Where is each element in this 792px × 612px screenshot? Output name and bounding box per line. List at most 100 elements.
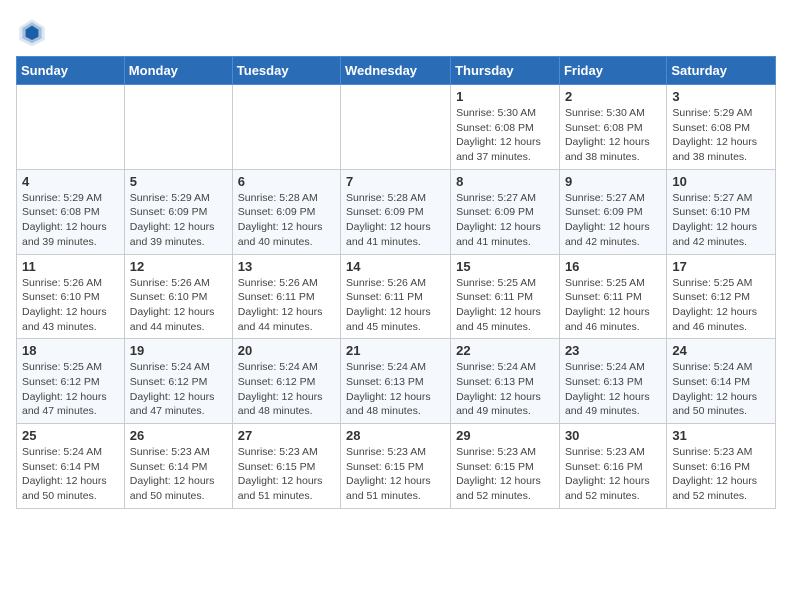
day-info: Sunrise: 5:24 AM Sunset: 6:12 PM Dayligh…: [238, 360, 335, 419]
day-info: Sunrise: 5:23 AM Sunset: 6:15 PM Dayligh…: [456, 445, 554, 504]
calendar-cell: 22 Sunrise: 5:24 AM Sunset: 6:13 PM Dayli…: [451, 339, 560, 424]
calendar-cell: 9 Sunrise: 5:27 AM Sunset: 6:09 PM Daylig…: [559, 169, 666, 254]
weekday-header-monday: Monday: [124, 57, 232, 85]
calendar-cell: 29Sunrise: 5:23 AM Sunset: 6:15 PM Dayli…: [451, 424, 560, 509]
calendar-cell: 17 Sunrise: 5:25 AM Sunset: 6:12 PM Dayli…: [667, 254, 776, 339]
weekday-header-tuesday: Tuesday: [232, 57, 340, 85]
day-info: Sunrise: 5:24 AM Sunset: 6:14 PM Dayligh…: [672, 360, 770, 419]
calendar-cell: 11Sunrise: 5:26 AM Sunset: 6:10 PM Dayli…: [17, 254, 125, 339]
calendar-cell: 18 Sunrise: 5:25 AM Sunset: 6:12 PM Dayli…: [17, 339, 125, 424]
day-number: 3: [672, 89, 770, 104]
weekday-header-saturday: Saturday: [667, 57, 776, 85]
calendar-week-row: 1Sunrise: 5:30 AM Sunset: 6:08 PM Daylig…: [17, 85, 776, 170]
day-number: 27: [238, 428, 335, 443]
calendar-cell: [232, 85, 340, 170]
day-number: 31: [672, 428, 770, 443]
day-number: 14: [346, 259, 445, 274]
day-number: 4: [22, 174, 119, 189]
calendar-header-row: SundayMondayTuesdayWednesdayThursdayFrid…: [17, 57, 776, 85]
calendar-cell: 31 Sunrise: 5:23 AM Sunset: 6:16 PM Dayli…: [667, 424, 776, 509]
day-info: Sunrise: 5:23 AM Sunset: 6:14 PM Dayligh…: [130, 445, 227, 504]
day-info: Sunrise: 5:29 AM Sunset: 6:08 PM Dayligh…: [22, 191, 119, 250]
calendar-cell: 16Sunrise: 5:25 AM Sunset: 6:11 PM Dayli…: [559, 254, 666, 339]
day-number: 8: [456, 174, 554, 189]
calendar-cell: 2Sunrise: 5:30 AM Sunset: 6:08 PM Daylig…: [559, 85, 666, 170]
calendar-week-row: 25Sunrise: 5:24 AM Sunset: 6:14 PM Dayli…: [17, 424, 776, 509]
calendar-cell: 12 Sunrise: 5:26 AM Sunset: 6:10 PM Dayli…: [124, 254, 232, 339]
day-info: Sunrise: 5:25 AM Sunset: 6:11 PM Dayligh…: [456, 276, 554, 335]
day-info: Sunrise: 5:24 AM Sunset: 6:12 PM Dayligh…: [130, 360, 227, 419]
weekday-header-wednesday: Wednesday: [341, 57, 451, 85]
calendar-cell: 25Sunrise: 5:24 AM Sunset: 6:14 PM Dayli…: [17, 424, 125, 509]
day-number: 15: [456, 259, 554, 274]
calendar-cell: 10 Sunrise: 5:27 AM Sunset: 6:10 PM Dayli…: [667, 169, 776, 254]
day-number: 28: [346, 428, 445, 443]
calendar-week-row: 11Sunrise: 5:26 AM Sunset: 6:10 PM Dayli…: [17, 254, 776, 339]
day-number: 1: [456, 89, 554, 104]
day-info: Sunrise: 5:28 AM Sunset: 6:09 PM Dayligh…: [238, 191, 335, 250]
calendar-cell: [341, 85, 451, 170]
day-info: Sunrise: 5:29 AM Sunset: 6:09 PM Dayligh…: [130, 191, 227, 250]
page-header: [16, 16, 776, 48]
calendar-cell: 14 Sunrise: 5:26 AM Sunset: 6:11 PM Dayli…: [341, 254, 451, 339]
day-info: Sunrise: 5:25 AM Sunset: 6:12 PM Dayligh…: [22, 360, 119, 419]
day-info: Sunrise: 5:24 AM Sunset: 6:13 PM Dayligh…: [456, 360, 554, 419]
weekday-header-thursday: Thursday: [451, 57, 560, 85]
calendar-cell: 8 Sunrise: 5:27 AM Sunset: 6:09 PM Daylig…: [451, 169, 560, 254]
calendar-cell: 27Sunrise: 5:23 AM Sunset: 6:15 PM Dayli…: [232, 424, 340, 509]
day-info: Sunrise: 5:24 AM Sunset: 6:13 PM Dayligh…: [565, 360, 661, 419]
day-info: Sunrise: 5:27 AM Sunset: 6:10 PM Dayligh…: [672, 191, 770, 250]
weekday-header-friday: Friday: [559, 57, 666, 85]
day-number: 22: [456, 343, 554, 358]
day-info: Sunrise: 5:27 AM Sunset: 6:09 PM Dayligh…: [565, 191, 661, 250]
day-number: 18: [22, 343, 119, 358]
day-number: 24: [672, 343, 770, 358]
day-number: 6: [238, 174, 335, 189]
day-number: 20: [238, 343, 335, 358]
day-info: Sunrise: 5:24 AM Sunset: 6:13 PM Dayligh…: [346, 360, 445, 419]
calendar-cell: 20 Sunrise: 5:24 AM Sunset: 6:12 PM Dayli…: [232, 339, 340, 424]
day-number: 17: [672, 259, 770, 274]
day-number: 9: [565, 174, 661, 189]
calendar-cell: 21 Sunrise: 5:24 AM Sunset: 6:13 PM Dayli…: [341, 339, 451, 424]
day-info: Sunrise: 5:26 AM Sunset: 6:11 PM Dayligh…: [238, 276, 335, 335]
day-info: Sunrise: 5:27 AM Sunset: 6:09 PM Dayligh…: [456, 191, 554, 250]
day-number: 26: [130, 428, 227, 443]
day-number: 21: [346, 343, 445, 358]
day-info: Sunrise: 5:26 AM Sunset: 6:11 PM Dayligh…: [346, 276, 445, 335]
day-info: Sunrise: 5:23 AM Sunset: 6:15 PM Dayligh…: [346, 445, 445, 504]
day-number: 30: [565, 428, 661, 443]
logo-icon: [16, 16, 48, 48]
day-number: 25: [22, 428, 119, 443]
day-info: Sunrise: 5:23 AM Sunset: 6:16 PM Dayligh…: [672, 445, 770, 504]
day-number: 23: [565, 343, 661, 358]
day-info: Sunrise: 5:25 AM Sunset: 6:11 PM Dayligh…: [565, 276, 661, 335]
calendar-cell: 30 Sunrise: 5:23 AM Sunset: 6:16 PM Dayli…: [559, 424, 666, 509]
day-info: Sunrise: 5:26 AM Sunset: 6:10 PM Dayligh…: [22, 276, 119, 335]
calendar-cell: 24 Sunrise: 5:24 AM Sunset: 6:14 PM Dayli…: [667, 339, 776, 424]
day-number: 10: [672, 174, 770, 189]
calendar-week-row: 4 Sunrise: 5:29 AM Sunset: 6:08 PM Daylig…: [17, 169, 776, 254]
day-info: Sunrise: 5:26 AM Sunset: 6:10 PM Dayligh…: [130, 276, 227, 335]
calendar-cell: 15 Sunrise: 5:25 AM Sunset: 6:11 PM Dayli…: [451, 254, 560, 339]
calendar-cell: 26 Sunrise: 5:23 AM Sunset: 6:14 PM Dayli…: [124, 424, 232, 509]
day-number: 7: [346, 174, 445, 189]
calendar-cell: 6 Sunrise: 5:28 AM Sunset: 6:09 PM Daylig…: [232, 169, 340, 254]
calendar-cell: 13Sunrise: 5:26 AM Sunset: 6:11 PM Dayli…: [232, 254, 340, 339]
day-info: Sunrise: 5:25 AM Sunset: 6:12 PM Dayligh…: [672, 276, 770, 335]
day-number: 12: [130, 259, 227, 274]
calendar-cell: 19 Sunrise: 5:24 AM Sunset: 6:12 PM Dayli…: [124, 339, 232, 424]
day-number: 19: [130, 343, 227, 358]
calendar-cell: 23 Sunrise: 5:24 AM Sunset: 6:13 PM Dayli…: [559, 339, 666, 424]
calendar-table: SundayMondayTuesdayWednesdayThursdayFrid…: [16, 56, 776, 509]
calendar-cell: 4 Sunrise: 5:29 AM Sunset: 6:08 PM Daylig…: [17, 169, 125, 254]
day-info: Sunrise: 5:23 AM Sunset: 6:16 PM Dayligh…: [565, 445, 661, 504]
calendar-week-row: 18 Sunrise: 5:25 AM Sunset: 6:12 PM Dayli…: [17, 339, 776, 424]
logo: [16, 16, 52, 48]
day-info: Sunrise: 5:29 AM Sunset: 6:08 PM Dayligh…: [672, 106, 770, 165]
calendar-cell: 3 Sunrise: 5:29 AM Sunset: 6:08 PM Daylig…: [667, 85, 776, 170]
calendar-cell: 28 Sunrise: 5:23 AM Sunset: 6:15 PM Dayli…: [341, 424, 451, 509]
day-number: 5: [130, 174, 227, 189]
weekday-header-sunday: Sunday: [17, 57, 125, 85]
calendar-cell: 7Sunrise: 5:28 AM Sunset: 6:09 PM Daylig…: [341, 169, 451, 254]
